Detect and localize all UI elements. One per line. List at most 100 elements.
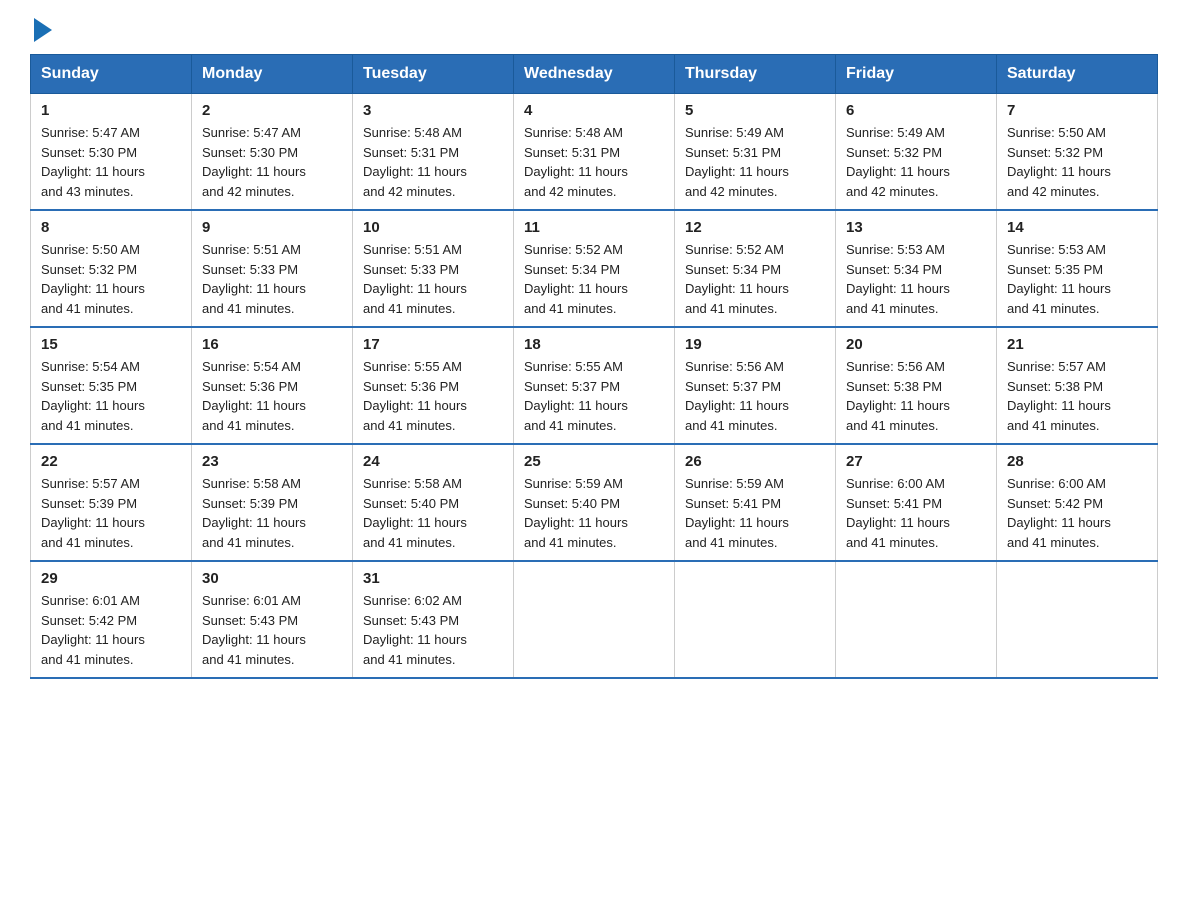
calendar-week-row: 29 Sunrise: 6:01 AMSunset: 5:42 PMDaylig… (31, 561, 1158, 678)
day-number: 19 (685, 336, 825, 353)
day-info: Sunrise: 5:53 AMSunset: 5:34 PMDaylight:… (846, 242, 950, 316)
calendar-body: 1 Sunrise: 5:47 AMSunset: 5:30 PMDayligh… (31, 94, 1158, 679)
day-number: 18 (524, 336, 664, 353)
day-number: 29 (41, 570, 181, 587)
calendar-cell: 27 Sunrise: 6:00 AMSunset: 5:41 PMDaylig… (836, 444, 997, 561)
calendar-cell: 17 Sunrise: 5:55 AMSunset: 5:36 PMDaylig… (353, 327, 514, 444)
header-cell-monday: Monday (192, 55, 353, 94)
day-number: 1 (41, 102, 181, 119)
calendar-cell (997, 561, 1158, 678)
calendar-cell (675, 561, 836, 678)
day-number: 20 (846, 336, 986, 353)
day-number: 31 (363, 570, 503, 587)
calendar-cell: 6 Sunrise: 5:49 AMSunset: 5:32 PMDayligh… (836, 94, 997, 211)
day-number: 10 (363, 219, 503, 236)
calendar-cell: 24 Sunrise: 5:58 AMSunset: 5:40 PMDaylig… (353, 444, 514, 561)
day-info: Sunrise: 5:51 AMSunset: 5:33 PMDaylight:… (202, 242, 306, 316)
day-number: 11 (524, 219, 664, 236)
header-row: SundayMondayTuesdayWednesdayThursdayFrid… (31, 55, 1158, 94)
calendar-week-row: 22 Sunrise: 5:57 AMSunset: 5:39 PMDaylig… (31, 444, 1158, 561)
calendar-cell: 20 Sunrise: 5:56 AMSunset: 5:38 PMDaylig… (836, 327, 997, 444)
day-info: Sunrise: 5:55 AMSunset: 5:37 PMDaylight:… (524, 359, 628, 433)
calendar-cell: 16 Sunrise: 5:54 AMSunset: 5:36 PMDaylig… (192, 327, 353, 444)
calendar-cell: 23 Sunrise: 5:58 AMSunset: 5:39 PMDaylig… (192, 444, 353, 561)
day-info: Sunrise: 5:58 AMSunset: 5:40 PMDaylight:… (363, 476, 467, 550)
day-number: 26 (685, 453, 825, 470)
day-info: Sunrise: 6:00 AMSunset: 5:41 PMDaylight:… (846, 476, 950, 550)
calendar-cell: 9 Sunrise: 5:51 AMSunset: 5:33 PMDayligh… (192, 210, 353, 327)
day-info: Sunrise: 5:48 AMSunset: 5:31 PMDaylight:… (524, 125, 628, 199)
day-number: 2 (202, 102, 342, 119)
day-info: Sunrise: 5:47 AMSunset: 5:30 PMDaylight:… (202, 125, 306, 199)
day-info: Sunrise: 5:47 AMSunset: 5:30 PMDaylight:… (41, 125, 145, 199)
calendar-cell: 7 Sunrise: 5:50 AMSunset: 5:32 PMDayligh… (997, 94, 1158, 211)
day-number: 17 (363, 336, 503, 353)
day-info: Sunrise: 5:56 AMSunset: 5:38 PMDaylight:… (846, 359, 950, 433)
header-cell-saturday: Saturday (997, 55, 1158, 94)
day-info: Sunrise: 6:02 AMSunset: 5:43 PMDaylight:… (363, 593, 467, 667)
day-info: Sunrise: 6:01 AMSunset: 5:43 PMDaylight:… (202, 593, 306, 667)
calendar-cell: 26 Sunrise: 5:59 AMSunset: 5:41 PMDaylig… (675, 444, 836, 561)
day-number: 27 (846, 453, 986, 470)
day-number: 25 (524, 453, 664, 470)
day-info: Sunrise: 5:57 AMSunset: 5:39 PMDaylight:… (41, 476, 145, 550)
day-info: Sunrise: 5:53 AMSunset: 5:35 PMDaylight:… (1007, 242, 1111, 316)
calendar-cell: 18 Sunrise: 5:55 AMSunset: 5:37 PMDaylig… (514, 327, 675, 444)
day-info: Sunrise: 5:50 AMSunset: 5:32 PMDaylight:… (41, 242, 145, 316)
calendar-header: SundayMondayTuesdayWednesdayThursdayFrid… (31, 55, 1158, 94)
calendar-cell: 29 Sunrise: 6:01 AMSunset: 5:42 PMDaylig… (31, 561, 192, 678)
calendar-cell (836, 561, 997, 678)
day-number: 3 (363, 102, 503, 119)
header-cell-tuesday: Tuesday (353, 55, 514, 94)
day-info: Sunrise: 5:52 AMSunset: 5:34 PMDaylight:… (524, 242, 628, 316)
calendar-cell: 2 Sunrise: 5:47 AMSunset: 5:30 PMDayligh… (192, 94, 353, 211)
day-number: 24 (363, 453, 503, 470)
calendar-cell (514, 561, 675, 678)
calendar-cell: 30 Sunrise: 6:01 AMSunset: 5:43 PMDaylig… (192, 561, 353, 678)
day-number: 28 (1007, 453, 1147, 470)
day-number: 22 (41, 453, 181, 470)
calendar-cell: 1 Sunrise: 5:47 AMSunset: 5:30 PMDayligh… (31, 94, 192, 211)
day-number: 7 (1007, 102, 1147, 119)
header-cell-thursday: Thursday (675, 55, 836, 94)
day-number: 13 (846, 219, 986, 236)
day-number: 21 (1007, 336, 1147, 353)
calendar-cell: 4 Sunrise: 5:48 AMSunset: 5:31 PMDayligh… (514, 94, 675, 211)
header-cell-wednesday: Wednesday (514, 55, 675, 94)
calendar-cell: 15 Sunrise: 5:54 AMSunset: 5:35 PMDaylig… (31, 327, 192, 444)
day-number: 14 (1007, 219, 1147, 236)
day-info: Sunrise: 5:54 AMSunset: 5:36 PMDaylight:… (202, 359, 306, 433)
day-info: Sunrise: 5:49 AMSunset: 5:31 PMDaylight:… (685, 125, 789, 199)
day-info: Sunrise: 6:01 AMSunset: 5:42 PMDaylight:… (41, 593, 145, 667)
day-number: 8 (41, 219, 181, 236)
calendar-cell: 3 Sunrise: 5:48 AMSunset: 5:31 PMDayligh… (353, 94, 514, 211)
day-number: 12 (685, 219, 825, 236)
day-info: Sunrise: 5:56 AMSunset: 5:37 PMDaylight:… (685, 359, 789, 433)
calendar-cell: 28 Sunrise: 6:00 AMSunset: 5:42 PMDaylig… (997, 444, 1158, 561)
calendar-week-row: 15 Sunrise: 5:54 AMSunset: 5:35 PMDaylig… (31, 327, 1158, 444)
day-info: Sunrise: 5:57 AMSunset: 5:38 PMDaylight:… (1007, 359, 1111, 433)
day-number: 23 (202, 453, 342, 470)
day-number: 4 (524, 102, 664, 119)
calendar-week-row: 8 Sunrise: 5:50 AMSunset: 5:32 PMDayligh… (31, 210, 1158, 327)
logo-arrow-icon (34, 18, 52, 42)
calendar-cell: 11 Sunrise: 5:52 AMSunset: 5:34 PMDaylig… (514, 210, 675, 327)
day-info: Sunrise: 5:58 AMSunset: 5:39 PMDaylight:… (202, 476, 306, 550)
calendar-cell: 31 Sunrise: 6:02 AMSunset: 5:43 PMDaylig… (353, 561, 514, 678)
day-info: Sunrise: 5:59 AMSunset: 5:41 PMDaylight:… (685, 476, 789, 550)
calendar-cell: 22 Sunrise: 5:57 AMSunset: 5:39 PMDaylig… (31, 444, 192, 561)
day-info: Sunrise: 5:49 AMSunset: 5:32 PMDaylight:… (846, 125, 950, 199)
calendar-week-row: 1 Sunrise: 5:47 AMSunset: 5:30 PMDayligh… (31, 94, 1158, 211)
day-info: Sunrise: 5:59 AMSunset: 5:40 PMDaylight:… (524, 476, 628, 550)
day-info: Sunrise: 5:55 AMSunset: 5:36 PMDaylight:… (363, 359, 467, 433)
calendar-cell: 10 Sunrise: 5:51 AMSunset: 5:33 PMDaylig… (353, 210, 514, 327)
day-info: Sunrise: 6:00 AMSunset: 5:42 PMDaylight:… (1007, 476, 1111, 550)
calendar-cell: 25 Sunrise: 5:59 AMSunset: 5:40 PMDaylig… (514, 444, 675, 561)
day-info: Sunrise: 5:52 AMSunset: 5:34 PMDaylight:… (685, 242, 789, 316)
day-number: 6 (846, 102, 986, 119)
day-info: Sunrise: 5:51 AMSunset: 5:33 PMDaylight:… (363, 242, 467, 316)
day-number: 16 (202, 336, 342, 353)
day-number: 5 (685, 102, 825, 119)
day-number: 15 (41, 336, 181, 353)
header-cell-friday: Friday (836, 55, 997, 94)
